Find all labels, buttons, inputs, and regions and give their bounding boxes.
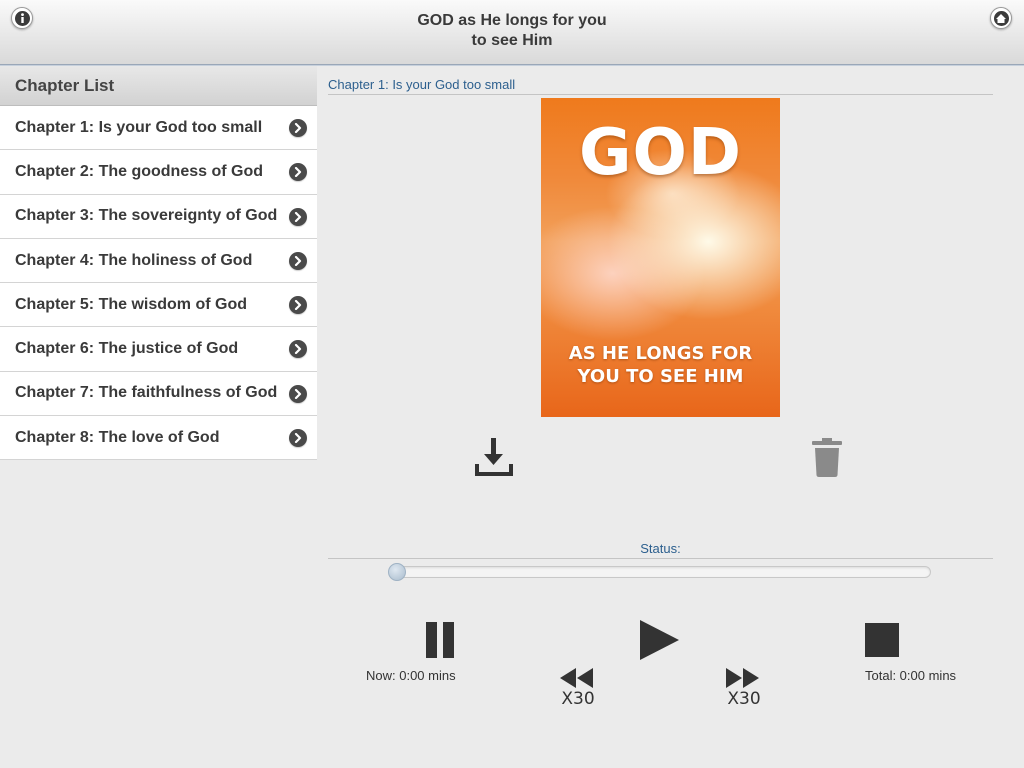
- chapter-label: Chapter 7: The faithfulness of God: [15, 384, 278, 402]
- chapter-item[interactable]: Chapter 3: The sovereignty of God: [0, 194, 317, 239]
- chevron-right-icon[interactable]: [289, 251, 307, 270]
- chapter-item[interactable]: Chapter 4: The holiness of God: [0, 238, 317, 284]
- rewind-label: X30: [561, 689, 595, 709]
- progress-slider-thumb[interactable]: [388, 563, 406, 581]
- status-label: Status:: [328, 541, 993, 559]
- chapter-list: Chapter 1: Is your God too small Chapter …: [0, 106, 317, 461]
- current-chapter-title: Chapter 1: Is your God too small: [328, 77, 993, 95]
- chapter-label: Chapter 3: The sovereignty of God: [15, 207, 278, 225]
- play-button[interactable]: [637, 619, 681, 661]
- chapter-item[interactable]: Chapter 2: The goodness of God: [0, 150, 317, 195]
- chevron-right-icon[interactable]: [289, 296, 307, 315]
- home-icon: [993, 10, 1009, 26]
- play-icon: [640, 620, 679, 660]
- chapter-item[interactable]: Chapter 7: The faithfulness of God: [0, 371, 317, 417]
- trash-icon: [812, 438, 842, 477]
- info-icon: [14, 10, 30, 26]
- cover-title: GOD: [578, 116, 743, 190]
- sidebar-title: Chapter List: [0, 66, 317, 106]
- pause-icon: [426, 622, 454, 658]
- total-time-label: Total: 0:00 mins: [865, 668, 957, 683]
- chapter-label: Chapter 1: Is your God too small: [15, 118, 263, 136]
- download-icon: [475, 438, 513, 476]
- chapter-label: Chapter 6: The justice of God: [15, 340, 239, 358]
- delete-button[interactable]: [809, 436, 845, 478]
- chevron-right-icon[interactable]: [289, 163, 307, 182]
- pause-button[interactable]: [425, 621, 455, 659]
- chevron-right-icon[interactable]: [289, 384, 307, 403]
- stop-button[interactable]: [864, 622, 900, 658]
- cover-subtitle-line-1: AS HE LONGS FOR: [568, 343, 753, 364]
- forward-label: X30: [727, 689, 761, 709]
- info-button[interactable]: [11, 7, 33, 29]
- chapter-item[interactable]: Chapter 5: The wisdom of God: [0, 283, 317, 328]
- app-title-line-2: to see Him: [471, 32, 553, 49]
- chevron-right-icon[interactable]: [289, 119, 307, 137]
- book-cover-image: GOD AS HE LONGS FOR YOU TO SEE HIM: [541, 98, 780, 417]
- chevron-right-icon[interactable]: [289, 340, 307, 359]
- stop-icon: [865, 623, 899, 657]
- rewind-icon: [560, 668, 593, 688]
- now-time-label: Now: 0:00 mins: [366, 668, 456, 683]
- chapter-label: Chapter 4: The holiness of God: [15, 251, 253, 269]
- cover-subtitle: AS HE LONGS FOR YOU TO SEE HIM: [541, 342, 780, 388]
- progress-slider-track[interactable]: [389, 566, 931, 578]
- forward-30-button[interactable]: X30: [723, 668, 765, 709]
- chapter-item[interactable]: Chapter 1: Is your God too small: [0, 106, 317, 151]
- rewind-30-button[interactable]: X30: [557, 668, 599, 709]
- app-title: GOD as He longs for you to see Him: [312, 11, 712, 51]
- cover-subtitle-line-2: YOU TO SEE HIM: [577, 366, 744, 387]
- app-title-line-1: GOD as He longs for you: [417, 12, 607, 29]
- main-panel: Chapter 1: Is your God too small GOD AS …: [317, 66, 1024, 768]
- chapter-list-sidebar: Chapter List Chapter 1: Is your God too …: [0, 66, 317, 768]
- chapter-label: Chapter 5: The wisdom of God: [15, 295, 248, 313]
- chapter-label: Chapter 2: The goodness of God: [15, 162, 264, 180]
- home-button[interactable]: [990, 7, 1012, 29]
- chapter-item[interactable]: Chapter 6: The justice of God: [0, 327, 317, 372]
- chevron-right-icon[interactable]: [289, 207, 307, 226]
- chapter-item[interactable]: Chapter 8: The love of God: [0, 416, 317, 461]
- chapter-label: Chapter 8: The love of God: [15, 428, 220, 446]
- top-bar: GOD as He longs for you to see Him: [0, 0, 1024, 65]
- download-button[interactable]: [472, 435, 516, 479]
- chevron-right-icon[interactable]: [289, 429, 307, 448]
- fast-forward-icon: [726, 668, 759, 688]
